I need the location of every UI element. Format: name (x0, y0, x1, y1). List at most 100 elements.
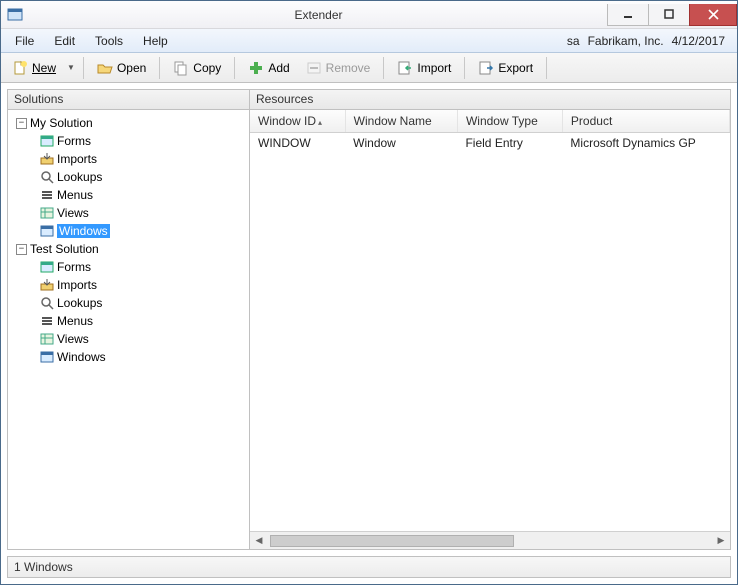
user-info: sa Fabrikam, Inc. 4/12/2017 (567, 29, 733, 52)
tree-item[interactable]: Lookups (38, 168, 249, 186)
app-icon (7, 7, 23, 23)
copy-icon (173, 60, 189, 76)
tree-item[interactable]: Windows (38, 222, 249, 240)
toolbar-separator (83, 57, 84, 79)
cell: WINDOW (250, 133, 345, 154)
tree-item[interactable]: Imports (38, 150, 249, 168)
toolbar-separator (234, 57, 235, 79)
window-buttons (608, 4, 737, 26)
tree-item-label: Imports (57, 278, 97, 292)
tree-item[interactable]: Forms (38, 258, 249, 276)
tree-item[interactable]: Windows (38, 348, 249, 366)
new-icon (12, 60, 28, 76)
tree-item-label: Lookups (57, 170, 102, 184)
view-icon (40, 332, 54, 346)
import-icon (40, 152, 54, 166)
titlebar: Extender (1, 1, 737, 29)
new-label: New (32, 61, 56, 75)
tree-item[interactable]: Menus (38, 312, 249, 330)
menu-tools[interactable]: Tools (85, 29, 133, 52)
cell: Field Entry (457, 133, 562, 154)
tree-item-label: Forms (57, 260, 91, 274)
export-button[interactable]: Export (471, 56, 540, 80)
minus-icon (306, 60, 322, 76)
tree-solution-label: Test Solution (30, 242, 99, 256)
import-icon (40, 278, 54, 292)
tree-solution[interactable]: −Test Solution (14, 240, 249, 258)
resources-header: Resources (250, 90, 730, 110)
tree-item-label: Menus (57, 188, 93, 202)
solutions-pane: Solutions −My SolutionFormsImportsLookup… (8, 90, 250, 549)
tree-item-label: Menus (57, 314, 93, 328)
tree-item-label: Windows (57, 350, 106, 364)
scroll-right-icon[interactable]: ▶ (712, 535, 730, 546)
menu-icon (40, 314, 54, 328)
window-title: Extender (29, 8, 608, 22)
window-icon (40, 224, 54, 238)
menubar: File Edit Tools Help sa Fabrikam, Inc. 4… (1, 29, 737, 53)
resources-pane: Resources Window ID▴Window NameWindow Ty… (250, 90, 730, 549)
toolbar-separator (383, 57, 384, 79)
tree-item-label: Views (57, 332, 89, 346)
close-button[interactable] (689, 4, 737, 26)
export-label: Export (498, 61, 533, 75)
lookup-icon (40, 170, 54, 184)
minimize-button[interactable] (607, 4, 649, 26)
resources-grid[interactable]: Window ID▴Window NameWindow TypeProduct … (250, 110, 730, 531)
content-area: Solutions −My SolutionFormsImportsLookup… (7, 89, 731, 550)
tree-item[interactable]: Views (38, 204, 249, 222)
tree-solution-label: My Solution (30, 116, 93, 130)
open-button[interactable]: Open (90, 56, 153, 80)
tree-item[interactable]: Forms (38, 132, 249, 150)
sort-asc-icon: ▴ (318, 118, 322, 127)
cell: Microsoft Dynamics GP (562, 133, 729, 154)
tree-item[interactable]: Lookups (38, 294, 249, 312)
window-icon (40, 350, 54, 364)
tree-item-label: Lookups (57, 296, 102, 310)
tree-item[interactable]: Imports (38, 276, 249, 294)
scroll-left-icon[interactable]: ◀ (250, 535, 268, 546)
form-icon (40, 134, 54, 148)
import-label: Import (417, 61, 451, 75)
scroll-thumb[interactable] (270, 535, 514, 547)
menu-help[interactable]: Help (133, 29, 178, 52)
remove-label: Remove (326, 61, 371, 75)
export-icon (478, 60, 494, 76)
copy-button[interactable]: Copy (166, 56, 228, 80)
tree-item-label: Windows (57, 224, 110, 238)
scroll-track[interactable] (268, 534, 712, 548)
import-button[interactable]: Import (390, 56, 458, 80)
app-window: Extender File Edit Tools Help sa Fabrika… (0, 0, 738, 585)
lookup-icon (40, 296, 54, 310)
new-dropdown-icon[interactable]: ▼ (65, 63, 77, 72)
tree-item[interactable]: Menus (38, 186, 249, 204)
tree-item-label: Forms (57, 134, 91, 148)
horizontal-scrollbar[interactable]: ◀ ▶ (250, 531, 730, 549)
toolbar-separator (464, 57, 465, 79)
toolbar-separator (546, 57, 547, 79)
toolbar-separator (159, 57, 160, 79)
column-header[interactable]: Window ID▴ (250, 110, 345, 133)
expand-collapse-icon[interactable]: − (16, 118, 27, 129)
company-name[interactable]: Fabrikam, Inc. (588, 34, 664, 48)
status-text: 1 Windows (14, 560, 73, 574)
column-header[interactable]: Window Type (457, 110, 562, 133)
session-date[interactable]: 4/12/2017 (672, 34, 725, 48)
menu-icon (40, 188, 54, 202)
tree-item-label: Views (57, 206, 89, 220)
table-row[interactable]: WINDOWWindowField EntryMicrosoft Dynamic… (250, 133, 730, 154)
maximize-button[interactable] (648, 4, 690, 26)
new-button[interactable]: New (5, 56, 63, 80)
expand-collapse-icon[interactable]: − (16, 244, 27, 255)
column-header[interactable]: Window Name (345, 110, 457, 133)
menu-edit[interactable]: Edit (44, 29, 85, 52)
column-header[interactable]: Product (562, 110, 729, 133)
tree-item[interactable]: Views (38, 330, 249, 348)
tree-item-label: Imports (57, 152, 97, 166)
add-button[interactable]: Add (241, 56, 296, 80)
user-name[interactable]: sa (567, 34, 580, 48)
tree-solution[interactable]: −My Solution (14, 114, 249, 132)
solutions-tree[interactable]: −My SolutionFormsImportsLookupsMenusView… (8, 110, 249, 549)
menu-file[interactable]: File (5, 29, 44, 52)
remove-button[interactable]: Remove (299, 56, 378, 80)
